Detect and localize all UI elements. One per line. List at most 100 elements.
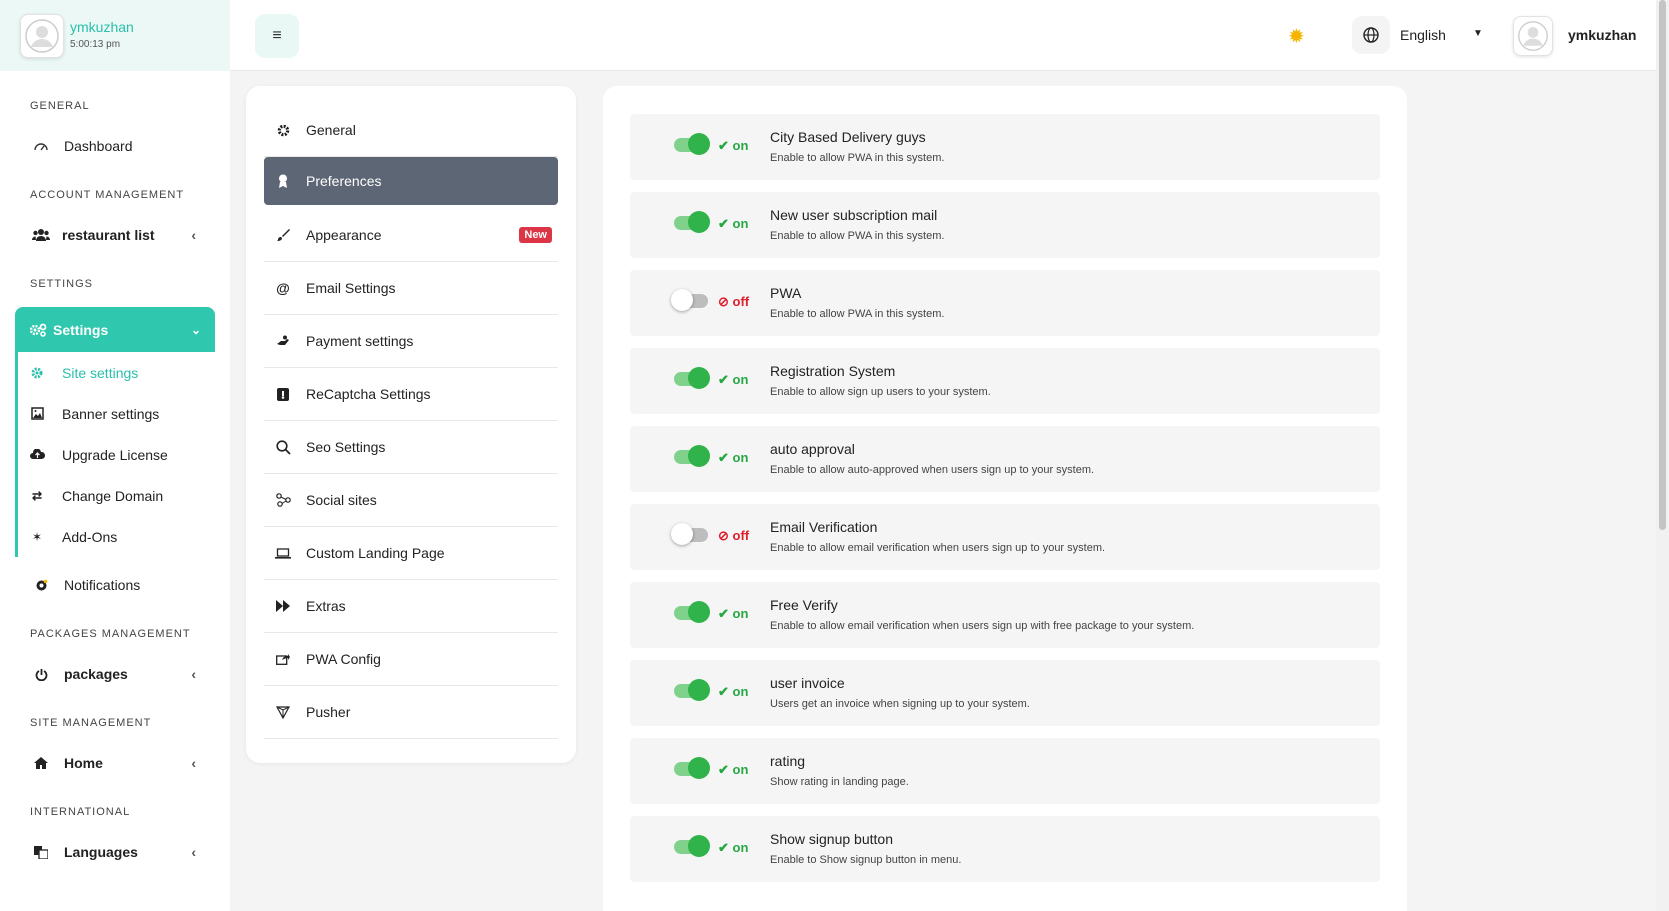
menu-item-payment-settings[interactable]: Payment settings: [264, 315, 558, 368]
toggle-state-label: ✔ on: [718, 138, 748, 154]
sidebar-item-home[interactable]: Home ‹: [0, 740, 230, 786]
toggle-state-label: ⊘ off: [718, 528, 749, 544]
toggle-state-text: on: [732, 138, 749, 153]
setting-row: ✔ on Registration System Enable to allow s…: [630, 348, 1380, 414]
toggle-switch[interactable]: [674, 601, 710, 623]
sidebar-item-upgrade-license[interactable]: Upgrade License: [18, 434, 215, 475]
setting-text: City Based Delivery guys Enable to allow …: [770, 129, 944, 164]
ribbon-icon: [274, 174, 292, 188]
sidebar-item-label: restaurant list: [62, 227, 155, 243]
toggle-knob[interactable]: [688, 211, 710, 233]
menu-item-social-sites[interactable]: Social sites: [264, 474, 558, 527]
toggle-knob[interactable]: [688, 367, 710, 389]
setting-row: ✔ on user invoice Users get an invoice whe…: [630, 660, 1380, 726]
menu-item-appearance[interactable]: Appearance New: [264, 209, 558, 262]
toggle-switch[interactable]: [674, 757, 710, 779]
menu-toggle-button[interactable]: ≡: [255, 14, 299, 58]
users-icon: [30, 228, 52, 242]
setting-text: Show signup button Enable to Show signup …: [770, 831, 961, 866]
shield-key-icon: [274, 387, 292, 401]
sidebar-item-site-settings[interactable]: Site settings: [18, 352, 215, 393]
language-button[interactable]: [1352, 16, 1390, 54]
at-icon: @: [276, 280, 290, 296]
sidebar-subitem-label: Upgrade License: [62, 446, 168, 463]
sidebar-item-packages[interactable]: packages ‹: [0, 651, 230, 697]
toggle-knob[interactable]: [688, 601, 710, 623]
user-avatar[interactable]: [1513, 16, 1553, 56]
sidebar-item-restaurant-list[interactable]: restaurant list ‹: [0, 212, 230, 258]
menu-item-recaptcha-settings[interactable]: ReCaptcha Settings: [264, 368, 558, 421]
setting-description: Enable to allow email verification when …: [770, 620, 1195, 632]
check-icon: ✔: [718, 216, 729, 231]
language-select[interactable]: English: [1400, 27, 1446, 43]
menu-item-seo-settings[interactable]: Seo Settings: [264, 421, 558, 474]
sidebar-item-label: Languages: [64, 844, 138, 860]
menu-item-pusher[interactable]: Pusher: [264, 686, 558, 739]
menu-item-extras[interactable]: Extras: [264, 580, 558, 633]
toggle-switch[interactable]: [674, 679, 710, 701]
sidebar-item-add-ons[interactable]: ✶ Add-Ons: [18, 516, 215, 557]
toggle-knob[interactable]: [688, 757, 710, 779]
top-username[interactable]: ymkuzhan: [1568, 27, 1636, 43]
sidebar-item-notifications[interactable]: Notifications: [0, 562, 230, 608]
setting-title: auto approval: [770, 441, 855, 457]
settings-menu: General Preferences Appearance New @ Ema…: [246, 86, 576, 763]
share-nodes-icon: [274, 493, 292, 507]
sidebar-item-settings[interactable]: Settings ⌄: [15, 307, 215, 352]
menu-item-label: Extras: [306, 598, 346, 614]
toggle-knob[interactable]: [688, 445, 710, 467]
setting-text: rating Show rating in landing page.: [770, 753, 909, 788]
language-icon: [30, 845, 52, 859]
check-icon: ✔: [718, 684, 729, 699]
section-heading-international: INTERNATIONAL: [30, 806, 131, 818]
toggle-knob[interactable]: [688, 679, 710, 701]
globe-icon: [1363, 27, 1379, 43]
chevron-left-icon: ‹: [191, 666, 196, 682]
menu-item-custom-landing-page[interactable]: Custom Landing Page: [264, 527, 558, 580]
page-scrollbar[interactable]: [1656, 0, 1669, 911]
toggle-knob[interactable]: [688, 835, 710, 857]
user-icon: [1518, 21, 1548, 51]
setting-row: ✔ on City Based Delivery guys Enable to al…: [630, 114, 1380, 180]
toggle-switch[interactable]: [674, 133, 710, 155]
gauge-icon: [30, 141, 52, 151]
menu-item-email-settings[interactable]: @ Email Settings: [264, 262, 558, 315]
toggle-state-text: on: [732, 372, 749, 387]
menu-item-general[interactable]: General: [264, 104, 558, 157]
fast-forward-icon: [274, 600, 292, 612]
sidebar-item-label: Dashboard: [64, 138, 133, 154]
cloud-upload-icon: [28, 449, 46, 460]
home-icon: [30, 757, 52, 769]
diamond-icon: [274, 705, 292, 719]
setting-title: Free Verify: [770, 597, 838, 613]
toggle-knob[interactable]: [671, 523, 693, 545]
setting-description: Enable to allow PWA in this system.: [770, 230, 945, 242]
sidebar-item-banner-settings[interactable]: Banner settings: [18, 393, 215, 434]
toggle-switch[interactable]: [674, 211, 710, 233]
menu-item-pwa-config[interactable]: PWA Config: [264, 633, 558, 686]
toggle-knob[interactable]: [671, 289, 693, 311]
caret-down-icon[interactable]: ▼: [1473, 28, 1483, 39]
toggle-switch[interactable]: [674, 835, 710, 857]
avatar[interactable]: [20, 13, 64, 58]
scrollbar-thumb[interactable]: [1659, 0, 1666, 530]
toggle-knob[interactable]: [688, 133, 710, 155]
sidebar-item-change-domain[interactable]: ⇄ Change Domain: [18, 475, 215, 516]
menu-item-preferences[interactable]: Preferences: [264, 157, 558, 205]
setting-description: Users get an invoice when signing up to …: [770, 698, 1030, 710]
toggle-switch[interactable]: [674, 445, 710, 467]
laptop-icon: [274, 547, 292, 559]
sun-icon[interactable]: ✹: [1288, 24, 1305, 49]
image-icon: [28, 407, 46, 420]
section-heading-general: GENERAL: [30, 100, 90, 112]
toggle-state-text: on: [732, 762, 749, 777]
sidebar-item-dashboard[interactable]: Dashboard: [0, 123, 230, 169]
toggle-state-label: ✔ on: [718, 216, 748, 232]
toggle-switch[interactable]: [674, 367, 710, 389]
setting-title: rating: [770, 753, 806, 769]
setting-title: Show signup button: [770, 831, 893, 847]
sidebar-item-languages[interactable]: Languages ‹: [0, 829, 230, 875]
sidebar-username: ymkuzhan: [70, 19, 134, 35]
toggle-switch[interactable]: [671, 523, 708, 545]
toggle-switch[interactable]: [671, 289, 708, 311]
